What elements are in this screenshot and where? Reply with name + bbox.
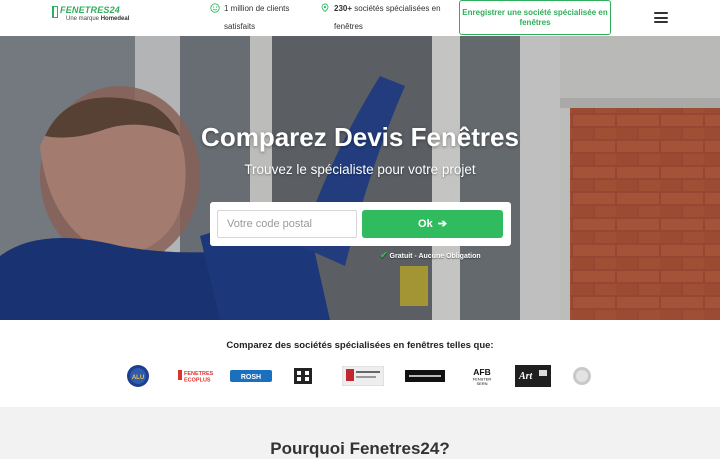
partner-logo-afb: AFB FENSTER SERN bbox=[466, 364, 498, 388]
stat-companies-bold: 230+ bbox=[334, 4, 353, 13]
quote-search-form: Ok ➔ bbox=[210, 202, 511, 246]
free-note: ✔ Gratuit - Aucune Obligation bbox=[380, 250, 481, 261]
round-grey-logo bbox=[573, 367, 591, 385]
why-title: Pourquoi Fenetres24? bbox=[270, 439, 450, 458]
partner-logo-rosh: ROSH bbox=[230, 364, 272, 388]
rosh-logo: ROSH bbox=[230, 370, 272, 382]
hamburger-menu-icon[interactable] bbox=[654, 12, 668, 23]
why-section: Pourquoi Fenetres24? bbox=[0, 407, 720, 458]
rosh-logo-text: ROSH bbox=[241, 374, 261, 381]
checkmark-icon: ✔ bbox=[380, 250, 388, 260]
location-pin-icon bbox=[321, 3, 329, 13]
svg-text:SERN: SERN bbox=[476, 381, 487, 386]
alu-logo-text: ALU bbox=[132, 375, 144, 381]
partners-title: Comparez des sociétés spécialisées en fe… bbox=[226, 340, 494, 351]
partner-logo-art: Art bbox=[514, 364, 552, 388]
logo-name: FENETRES24 bbox=[60, 5, 121, 15]
stat-clients: 1 million de clients satisfaits bbox=[210, 0, 310, 36]
ok-button-label: Ok bbox=[418, 218, 433, 230]
dark-banner-logo bbox=[405, 370, 445, 382]
window-logo-icon bbox=[52, 6, 58, 18]
hero-subtitle: Trouvez le spécialiste pour votre projet bbox=[244, 162, 476, 177]
partner-logo-round-grey bbox=[572, 364, 592, 388]
fenetres-ecoplus-logo: FENETRES ECOPLUS bbox=[178, 370, 214, 384]
alu-logo: ALU bbox=[127, 365, 149, 387]
partner-logo-building bbox=[292, 364, 314, 388]
postal-code-input[interactable] bbox=[217, 210, 357, 238]
hero-title: Comparez Devis Fenêtres bbox=[201, 122, 519, 152]
svg-text:FENETRES: FENETRES bbox=[184, 371, 214, 377]
site-header: FENETRES24 Une marque Homedeal 1 million… bbox=[0, 0, 720, 36]
stat-companies: 230+ sociétés spécialisées en fenêtres bbox=[320, 0, 444, 36]
register-company-button[interactable]: Enregistrer une société spécialisée en f… bbox=[459, 0, 611, 35]
partner-logo-dark-banner bbox=[404, 364, 446, 388]
ok-submit-button[interactable]: Ok ➔ bbox=[362, 210, 503, 238]
afb-logo: AFB FENSTER SERN bbox=[473, 367, 492, 386]
stat-clients-text: 1 million de clients satisfaits bbox=[224, 4, 290, 31]
logo-tagline: Une marque Homedeal bbox=[66, 16, 129, 22]
free-note-text: Gratuit - Aucune Obligation bbox=[389, 253, 481, 260]
svg-text:ECOPLUS: ECOPLUS bbox=[184, 378, 211, 384]
partner-logo-fenetres-ecoplus: FENETRES ECOPLUS bbox=[178, 364, 222, 388]
partner-logo-menuiserie bbox=[342, 364, 384, 388]
art-logo: Art bbox=[515, 365, 551, 387]
partners-section: Comparez des sociétés spécialisées en fe… bbox=[0, 320, 720, 407]
svg-text:AFB: AFB bbox=[473, 367, 490, 377]
menuiserie-logo bbox=[342, 366, 384, 386]
building-logo bbox=[294, 368, 312, 384]
arrow-right-icon: ➔ bbox=[437, 218, 447, 230]
hero-section: Comparez Devis Fenêtres Trouvez le spéci… bbox=[0, 36, 720, 320]
hero-overlay bbox=[0, 36, 720, 320]
smile-icon bbox=[210, 3, 220, 13]
partner-logo-alu: ALU bbox=[126, 364, 150, 388]
logo-sub-prefix: Une marque bbox=[66, 16, 100, 22]
logo-sub-brand: Homedeal bbox=[100, 16, 130, 22]
art-logo-text: Art bbox=[518, 371, 534, 382]
